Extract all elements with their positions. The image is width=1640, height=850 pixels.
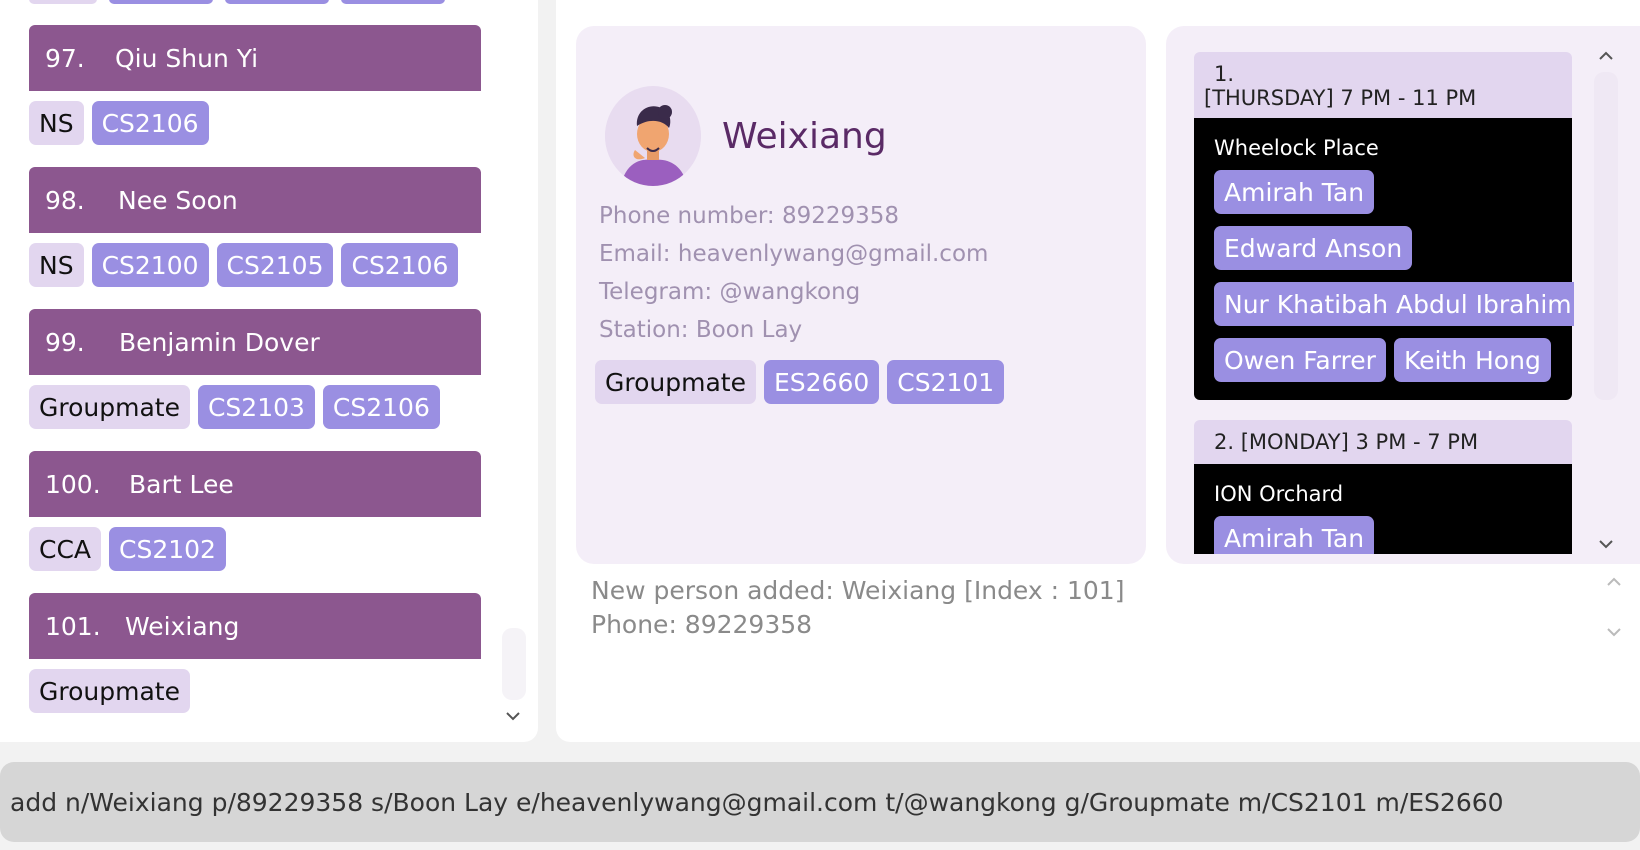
role-tag: NS	[29, 243, 84, 287]
person-index: 101.	[45, 611, 101, 641]
person-tags: Groupmate	[29, 669, 190, 713]
person-card-header[interactable]: 98. Nee Soon	[29, 167, 481, 233]
person-card-header[interactable]: 97. Qiu Shun Yi	[29, 25, 481, 91]
member-tag: Nur Khatibah Abdul Ibrahim	[1214, 282, 1574, 326]
person-card-header[interactable]: 100. Bart Lee	[29, 451, 481, 517]
detail-tags: Groupmate ES2660 CS2101	[595, 360, 1005, 404]
result-display: New person added: Weixiang [Index : 101]…	[591, 574, 1124, 642]
detail-telegram: Telegram: @wangkong	[599, 279, 861, 305]
role-tag: NS	[29, 101, 84, 145]
person-card-header[interactable]: 101. Weixiang	[29, 593, 481, 659]
module-tag: CS2106	[341, 243, 459, 287]
list-scrollbar-thumb[interactable]	[502, 628, 526, 700]
person-index: 100.	[45, 469, 101, 499]
module-tag: ES2660	[763, 360, 880, 404]
chevron-down-icon[interactable]	[505, 708, 521, 724]
meetup-time: [THURSDAY] 7 PM - 11 PM	[1204, 86, 1477, 110]
role-tag: CCA	[29, 527, 102, 571]
module-tag: CS2100	[91, 243, 209, 287]
meetup-index: 1.	[1214, 62, 1235, 86]
chevron-up-icon[interactable]	[1606, 574, 1622, 590]
member-tag: Owen Farrer	[1214, 338, 1386, 382]
meetup-item[interactable]: 2. [MONDAY] 3 PM - 7 PM ION Orchard Amir…	[1194, 420, 1572, 554]
detail-station: Station: Boon Lay	[599, 317, 803, 343]
person-name: Weixiang	[125, 611, 240, 641]
person-index: 97.	[45, 43, 85, 73]
person-name: Nee Soon	[118, 185, 238, 215]
person-name: Qiu Shun Yi	[115, 43, 259, 73]
member-tag: Edward Anson	[1214, 226, 1413, 270]
module-tag: CS2105	[216, 243, 334, 287]
chevron-down-icon[interactable]	[1598, 536, 1614, 552]
person-tags: CCA CS2102	[29, 527, 226, 571]
meetup-header: 1. [THURSDAY] 7 PM - 11 PM	[1194, 52, 1572, 118]
module-tag: CS2101	[887, 360, 1005, 404]
person-tags: NS CS2106	[29, 101, 209, 145]
person-card-header[interactable]: 99. Benjamin Dover	[29, 309, 481, 375]
member-tag: Amirah Tan	[1214, 170, 1375, 214]
meetup-body: Wheelock Place Amirah Tan Edward Anson N…	[1194, 118, 1574, 400]
command-input[interactable]: add n/Weixiang p/89229358 s/Boon Lay e/h…	[0, 762, 1640, 842]
module-tag	[225, 0, 329, 4]
role-tag: Groupmate	[29, 669, 190, 713]
person-detail-name: Weixiang	[722, 116, 887, 157]
meetup-members: Amirah Tan	[1214, 516, 1552, 554]
module-tag: CS2103	[197, 385, 315, 429]
avatar	[605, 86, 701, 186]
person-name: Bart Lee	[129, 469, 234, 499]
person-name: Benjamin Dover	[119, 327, 320, 357]
module-tag: CS2106	[91, 101, 209, 145]
detail-phone: Phone number: 89229358	[599, 203, 900, 229]
chevron-down-icon[interactable]	[1606, 624, 1622, 640]
previous-item-tags	[29, 0, 445, 4]
detail-email: Email: heavenlywang@gmail.com	[599, 241, 989, 267]
role-tag: Groupmate	[595, 360, 756, 404]
result-line: Phone: 89229358	[591, 610, 813, 639]
person-tags: NS CS2100 CS2105 CS2106	[29, 243, 459, 287]
meetup-members: Amirah Tan Edward Anson Nur Khatibah Abd…	[1214, 170, 1574, 382]
result-line: New person added: Weixiang [Index : 101]	[591, 576, 1125, 605]
meetup-scrollbar-thumb[interactable]	[1594, 72, 1618, 400]
person-index: 99.	[45, 327, 85, 357]
meetup-location: Wheelock Place	[1214, 136, 1379, 160]
meetup-header: 2. [MONDAY] 3 PM - 7 PM	[1194, 420, 1572, 464]
person-list-panel[interactable]: 97. Qiu Shun Yi NS CS2106 98. Nee Soon N…	[0, 0, 538, 742]
module-tag: CS2102	[109, 527, 226, 571]
member-tag: Amirah Tan	[1214, 516, 1375, 554]
module-tag: CS2106	[322, 385, 440, 429]
person-index: 98.	[45, 185, 85, 215]
module-tag	[109, 0, 213, 4]
module-tag	[341, 0, 445, 4]
meetup-location: ION Orchard	[1214, 482, 1344, 506]
chevron-up-icon[interactable]	[1598, 48, 1614, 64]
meetup-list[interactable]: 1. [THURSDAY] 7 PM - 11 PM Wheelock Plac…	[1194, 52, 1574, 554]
person-tags: Groupmate CS2103 CS2106	[29, 385, 440, 429]
member-tag: Keith Hong	[1393, 338, 1551, 382]
meetup-body: ION Orchard Amirah Tan	[1194, 464, 1572, 554]
meetup-item[interactable]: 1. [THURSDAY] 7 PM - 11 PM Wheelock Plac…	[1194, 52, 1574, 400]
role-tag	[29, 0, 97, 4]
role-tag: Groupmate	[29, 385, 190, 429]
